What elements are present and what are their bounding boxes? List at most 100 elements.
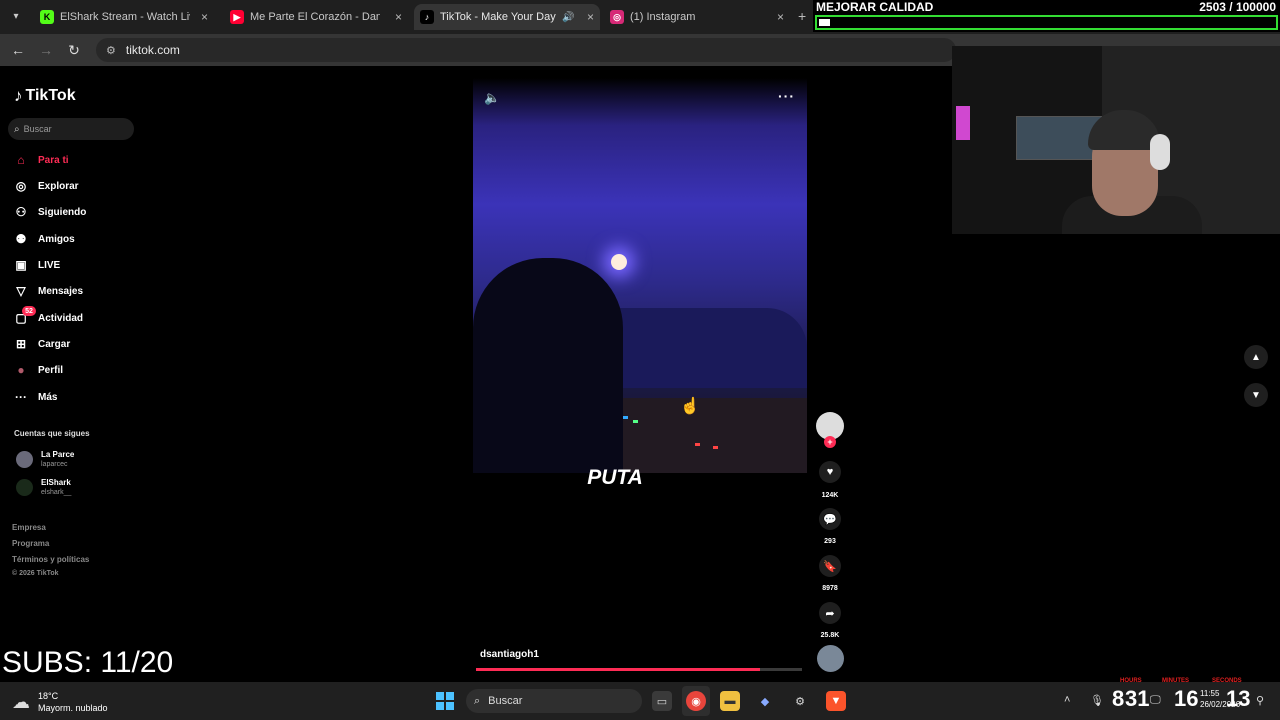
- tab-title: TikTok - Make Your Day: [440, 11, 556, 23]
- tab-title: ElShark Stream - Watch Live on: [60, 11, 190, 23]
- notification-icon[interactable]: ⚲: [1256, 694, 1264, 707]
- sidebar-item-label: Explorar: [38, 180, 79, 192]
- account-handle: laparcec: [41, 461, 68, 468]
- volume-icon[interactable]: 🔈: [484, 90, 500, 106]
- network-icon[interactable]: 🖵: [1150, 694, 1161, 707]
- tab-title: Me Parte El Corazón - Daniel Ca: [250, 11, 380, 23]
- windows-start-icon[interactable]: [436, 692, 454, 710]
- more-icon: ···: [15, 390, 27, 404]
- video-progress-bar[interactable]: [476, 668, 802, 671]
- live-icon: ▣: [15, 258, 27, 272]
- search-icon: ⌕: [474, 694, 481, 707]
- new-tab-button[interactable]: +: [798, 8, 806, 24]
- webcam-neon-light: [956, 106, 970, 140]
- footer-link-empresa[interactable]: Empresa: [12, 523, 46, 532]
- save-count: 8978: [822, 585, 838, 592]
- sidebar-item-label: Mensajes: [38, 285, 84, 297]
- upload-icon: ⊞: [15, 337, 27, 351]
- followed-account-laparce[interactable]: La Parce laparcec: [16, 450, 74, 469]
- bookmark-icon[interactable]: 🔖: [819, 555, 841, 577]
- follow-plus-icon[interactable]: +: [824, 436, 836, 448]
- microphone-icon[interactable]: 🎙: [1090, 694, 1104, 707]
- tiktok-brand-text: TikTok: [25, 87, 76, 104]
- street-sign-light: [623, 416, 628, 419]
- taskbar-search[interactable]: ⌕ Buscar: [466, 689, 642, 713]
- reload-icon[interactable]: ↻: [64, 40, 84, 60]
- copyright: © 2026 TikTok: [12, 570, 59, 577]
- footer-link-terms[interactable]: Términos y políticas: [12, 555, 89, 564]
- sidebar-item-siguiendo[interactable]: ⚇ Siguiendo: [12, 202, 87, 222]
- video-author[interactable]: dsantiagoh1: [480, 649, 539, 660]
- sidebar-item-label: Siguiendo: [38, 206, 87, 218]
- followed-account-elshark[interactable]: ElShark elshark__: [16, 478, 71, 497]
- sidebar-item-perfil[interactable]: ● Perfil: [12, 360, 63, 380]
- chrome-icon[interactable]: ◉: [686, 691, 706, 711]
- search-placeholder: Buscar: [23, 124, 52, 134]
- compass-icon: ◎: [15, 179, 27, 193]
- clock-hours-label: HOURS: [1120, 678, 1142, 684]
- sidebar-item-cargar[interactable]: ⊞ Cargar: [12, 334, 70, 354]
- clock-minutes: 31: [1125, 686, 1150, 711]
- tab-youtube-song[interactable]: ▶ Me Parte El Corazón - Daniel Ca ×: [224, 4, 408, 30]
- kick-favicon-icon: K: [40, 10, 54, 24]
- cloud-sun-icon: ☁: [12, 691, 30, 712]
- tab-tiktok[interactable]: ♪ TikTok - Make Your Day 🔊 ×: [414, 4, 600, 30]
- previous-video-chevron-up-icon[interactable]: ▲: [1244, 345, 1268, 369]
- address-bar[interactable]: ⚙ tiktok.com: [96, 38, 956, 62]
- tab-close-icon[interactable]: ×: [195, 10, 208, 24]
- quality-goal-fill: [819, 19, 831, 26]
- weather-widget[interactable]: ☁ 18°C Mayorm. nublado: [12, 690, 108, 714]
- tab-instagram[interactable]: ◎ (1) Instagram ×: [604, 4, 790, 30]
- comment-icon[interactable]: 💬: [819, 508, 841, 530]
- tiktok-favicon-icon: ♪: [420, 10, 434, 24]
- sidebar-item-live[interactable]: ▣ LIVE: [12, 255, 60, 275]
- tab-close-icon[interactable]: ×: [581, 10, 594, 24]
- tab-elshark-stream[interactable]: K ElShark Stream - Watch Live on ×: [34, 4, 214, 30]
- sidebar-item-más[interactable]: ··· Más: [12, 387, 57, 407]
- tray-chevron-up-icon[interactable]: ˄: [1064, 694, 1070, 706]
- app-diamond-icon[interactable]: ◆: [755, 691, 775, 711]
- url-text: tiktok.com: [125, 43, 180, 57]
- video-player[interactable]: [473, 78, 807, 473]
- instagram-favicon-icon: ◎: [610, 10, 624, 24]
- sound-avatar[interactable]: [817, 645, 844, 672]
- sidebar-item-label: Actividad: [38, 312, 84, 324]
- sidebar-item-actividad[interactable]: ▢ 52 Actividad: [12, 306, 84, 328]
- brave-icon[interactable]: ▼: [826, 691, 846, 711]
- search-icon: ⌕: [14, 123, 20, 135]
- clock-seconds: 13: [1226, 686, 1251, 711]
- site-settings-icon[interactable]: ⚙: [106, 44, 116, 57]
- forward-arrow-icon[interactable]: →: [36, 40, 56, 60]
- back-arrow-icon[interactable]: ←: [8, 40, 28, 60]
- account-name: ElShark: [41, 478, 71, 487]
- avatar: [16, 479, 33, 496]
- file-explorer-icon[interactable]: ▬: [720, 691, 740, 711]
- share-arrow-icon[interactable]: ➦: [819, 602, 841, 624]
- account-name: La Parce: [41, 450, 75, 459]
- tab-search-chevron-icon[interactable]: ▾: [6, 6, 26, 26]
- tab-audio-icon[interactable]: 🔊: [562, 12, 574, 23]
- sidebar-item-mensajes[interactable]: ▽ Mensajes: [12, 281, 83, 301]
- sidebar-item-para-ti[interactable]: ⌂ Para ti: [12, 150, 68, 170]
- sidebar-item-amigos[interactable]: ⚉ Amigos: [12, 229, 75, 249]
- tab-close-icon[interactable]: ×: [771, 10, 784, 24]
- footer-link-programa[interactable]: Programa: [12, 539, 49, 548]
- video-streetlight: [611, 254, 627, 270]
- quality-goal-bar: [815, 15, 1278, 30]
- more-options-icon[interactable]: ···: [778, 88, 795, 104]
- sidebar-item-label: Amigos: [38, 233, 75, 245]
- app-cog-icon[interactable]: ⚙: [790, 691, 810, 711]
- video-progress-fill: [476, 668, 760, 671]
- quality-goal-overlay: MEJORAR CALIDAD 2503 / 100000: [813, 0, 1280, 32]
- task-view-icon[interactable]: ▭: [652, 691, 672, 711]
- sidebar-item-explorar[interactable]: ◎ Explorar: [12, 176, 79, 196]
- search-input[interactable]: ⌕ Buscar: [8, 118, 134, 140]
- sidebar-item-label: Cargar: [38, 338, 71, 350]
- tiktok-logo[interactable]: ♪ TikTok: [14, 86, 76, 106]
- next-video-chevron-down-icon[interactable]: ▼: [1244, 383, 1268, 407]
- like-heart-icon[interactable]: ♥: [819, 461, 841, 483]
- youtube-favicon-icon: ▶: [230, 10, 244, 24]
- tab-close-icon[interactable]: ×: [389, 10, 402, 24]
- activity-icon: ▢ 52: [12, 306, 36, 327]
- mouse-cursor-icon: ☝: [680, 398, 700, 415]
